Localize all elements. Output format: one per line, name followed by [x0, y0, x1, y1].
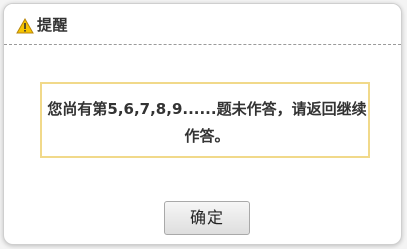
alert-dialog: 提醒 您尚有第5,6,7,8,9......题未作答，请返回继续作答。 确定	[3, 3, 402, 245]
warning-icon	[16, 18, 34, 34]
message-box: 您尚有第5,6,7,8,9......题未作答，请返回继续作答。	[40, 82, 370, 158]
dialog-title: 提醒	[37, 16, 69, 34]
dialog-titlebar: 提醒	[4, 4, 401, 45]
message-text: 您尚有第5,6,7,8,9......题未作答，请返回继续作答。	[47, 100, 367, 145]
ok-button[interactable]: 确定	[164, 201, 250, 235]
